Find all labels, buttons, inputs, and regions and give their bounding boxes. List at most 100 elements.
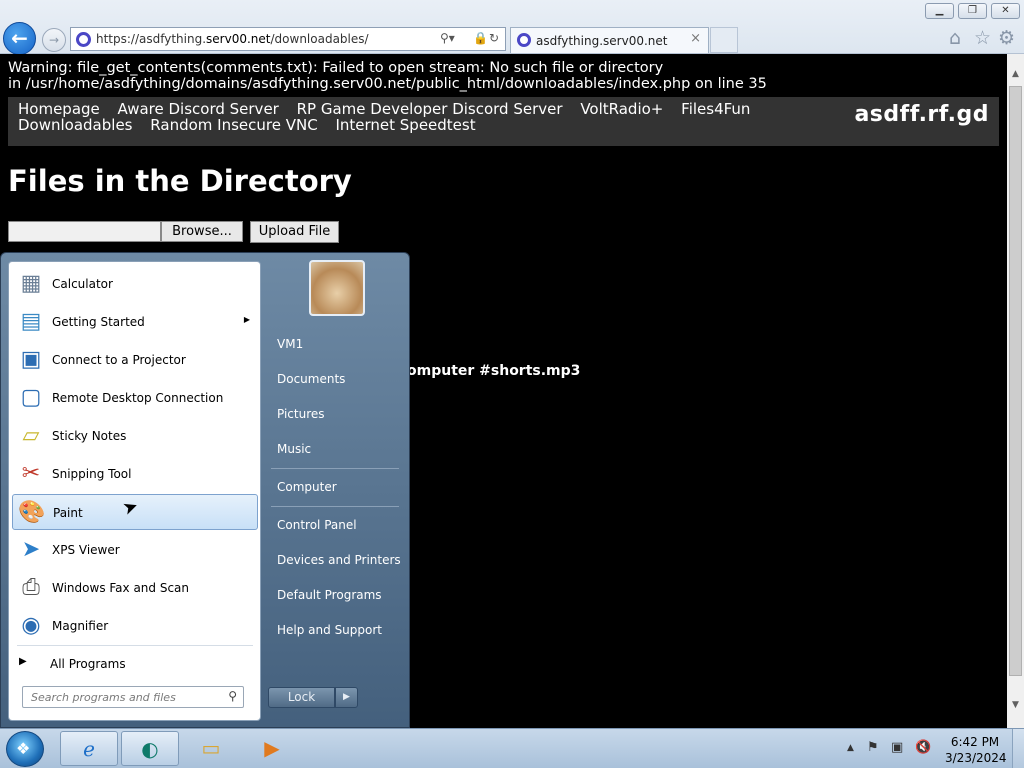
user-avatar[interactable] bbox=[309, 260, 365, 316]
page-scrollbar[interactable]: ▲ ▼ bbox=[1007, 54, 1024, 728]
close-window-button[interactable]: ✕ bbox=[991, 3, 1020, 19]
program-connect-projector[interactable]: ▣ Connect to a Projector bbox=[12, 342, 258, 378]
volume-muted-icon[interactable]: 🔇 bbox=[915, 740, 931, 755]
divider bbox=[271, 468, 399, 469]
program-snipping-tool[interactable]: ✂ Snipping Tool bbox=[12, 456, 258, 492]
network-icon[interactable]: ▣ bbox=[891, 740, 903, 755]
lock-button[interactable]: Lock bbox=[268, 687, 335, 708]
settings-gear-icon[interactable]: ⚙ bbox=[998, 27, 1015, 49]
refresh-icon[interactable]: ↻ bbox=[489, 31, 499, 45]
nav-links: Homepage Aware Discord Server RP Game De… bbox=[18, 101, 858, 133]
url-domain: serv00.net bbox=[206, 32, 271, 46]
right-item-label: Documents bbox=[277, 372, 346, 386]
clock-date: 3/23/2024 bbox=[945, 751, 1007, 765]
nav-link-speedtest[interactable]: Internet Speedtest bbox=[335, 116, 475, 134]
program-label: Sticky Notes bbox=[52, 429, 127, 443]
taskbar-folder-icon[interactable]: ▭ bbox=[182, 731, 240, 766]
nav-link-random-vnc[interactable]: Random Insecure VNC bbox=[150, 116, 317, 134]
clock-time: 6:42 PM bbox=[950, 735, 1000, 749]
back-button[interactable]: ← bbox=[3, 22, 36, 55]
nav-link-downloadables[interactable]: Downloadables bbox=[18, 116, 133, 134]
site-brand[interactable]: asdff.rf.gd bbox=[854, 102, 989, 127]
scissors-icon: ✂ bbox=[21, 461, 41, 486]
program-calculator[interactable]: ▦ Calculator bbox=[12, 266, 258, 302]
home-icon[interactable]: ⌂ bbox=[949, 27, 961, 49]
all-programs-label: All Programs bbox=[50, 657, 126, 671]
taskbar-media-app-icon[interactable]: ◐ bbox=[121, 731, 179, 766]
browse-button[interactable]: Browse... bbox=[161, 221, 243, 242]
scroll-up-arrow-icon[interactable]: ▲ bbox=[1007, 66, 1024, 83]
start-button[interactable]: ❖ bbox=[6, 731, 44, 767]
right-item-label: Pictures bbox=[277, 407, 325, 421]
clock[interactable]: 6:42 PM 3/23/2024 bbox=[945, 734, 1007, 766]
program-sticky-notes[interactable]: ▱ Sticky Notes bbox=[12, 418, 258, 454]
shutdown-options-arrow-icon[interactable]: ▶ bbox=[335, 687, 358, 708]
calculator-icon: ▦ bbox=[20, 271, 42, 296]
minimize-button[interactable]: ▁ bbox=[925, 3, 954, 19]
taskbar-media-player-icon[interactable]: ▶ bbox=[243, 731, 301, 766]
page-title: Files in the Directory bbox=[8, 164, 352, 198]
program-xps-viewer[interactable]: ➤ XPS Viewer bbox=[12, 532, 258, 568]
start-menu: ▦ Calculator ▤ Getting Started ▶ ▣ Conne… bbox=[0, 252, 410, 728]
tab-close-icon[interactable]: × bbox=[690, 31, 701, 46]
nav-link-voltradio[interactable]: VoltRadio+ bbox=[580, 100, 663, 118]
paint-palette-icon: 🎨 bbox=[18, 500, 46, 525]
program-label: Windows Fax and Scan bbox=[52, 581, 190, 595]
right-item-devices-printers[interactable]: Devices and Printers bbox=[269, 546, 405, 574]
show-desktop-button[interactable] bbox=[1012, 729, 1024, 768]
right-item-default-programs[interactable]: Default Programs bbox=[269, 581, 405, 609]
search-placeholder: Search programs and files bbox=[31, 691, 176, 704]
favorites-star-icon[interactable]: ☆ bbox=[974, 27, 991, 49]
program-fax-scan[interactable]: ⎙ Windows Fax and Scan bbox=[12, 570, 258, 606]
new-tab-button[interactable] bbox=[710, 27, 738, 53]
show-hidden-icons-icon[interactable]: ▲ bbox=[847, 743, 854, 753]
file-path-input[interactable] bbox=[8, 221, 161, 242]
site-favicon-icon bbox=[76, 32, 91, 47]
projector-icon: ▣ bbox=[20, 347, 42, 372]
warning-line-1: Warning: file_get_contents(comments.txt)… bbox=[8, 60, 664, 76]
right-item-vm1[interactable]: VM1 bbox=[269, 330, 405, 358]
url-text[interactable]: https://asdfything.serv00.net/downloadab… bbox=[96, 32, 369, 46]
scroll-thumb[interactable] bbox=[1009, 86, 1022, 676]
taskbar-internet-explorer-icon[interactable]: ℯ bbox=[60, 731, 118, 766]
fax-icon: ⎙ bbox=[22, 575, 40, 600]
program-label: Calculator bbox=[52, 277, 113, 291]
browser-chrome: ▁ ❐ ✕ ← → https://asdfything.serv00.net/… bbox=[0, 0, 1024, 55]
right-item-control-panel[interactable]: Control Panel bbox=[269, 511, 405, 539]
sticky-notes-icon: ▱ bbox=[22, 423, 40, 448]
address-bar[interactable]: https://asdfything.serv00.net/downloadab… bbox=[70, 27, 506, 51]
scroll-down-arrow-icon[interactable]: ▼ bbox=[1007, 697, 1024, 714]
restore-button[interactable]: ❐ bbox=[958, 3, 987, 19]
file-link[interactable]: omputer #shorts.mp3 bbox=[407, 363, 580, 379]
program-magnifier[interactable]: ◉ Magnifier bbox=[12, 608, 258, 644]
tab-favicon-icon bbox=[517, 33, 531, 47]
action-center-flag-icon[interactable]: ⚑ bbox=[867, 740, 879, 755]
program-getting-started[interactable]: ▤ Getting Started ▶ bbox=[12, 304, 258, 340]
search-icon[interactable]: ⚲ bbox=[228, 689, 237, 703]
program-label: XPS Viewer bbox=[52, 543, 120, 557]
right-item-documents[interactable]: Documents bbox=[269, 365, 405, 393]
site-nav-bar: Homepage Aware Discord Server RP Game De… bbox=[8, 97, 999, 146]
upload-file-button[interactable]: Upload File bbox=[250, 221, 339, 243]
right-item-computer[interactable]: Computer bbox=[269, 473, 405, 501]
right-item-label: Devices and Printers bbox=[277, 553, 401, 567]
tab-asdfything[interactable]: asdfything.serv00.net × bbox=[510, 27, 709, 53]
program-remote-desktop[interactable]: ▢ Remote Desktop Connection bbox=[12, 380, 258, 416]
warning-line-2: in /usr/home/asdfything/domains/asdfythi… bbox=[8, 76, 767, 92]
lock-icon[interactable]: 🔒 bbox=[473, 31, 488, 45]
right-item-label: Computer bbox=[277, 480, 337, 494]
right-item-pictures[interactable]: Pictures bbox=[269, 400, 405, 428]
triangle-right-icon: ▶ bbox=[19, 656, 27, 667]
search-dropdown-icon[interactable]: ⚲▾ bbox=[440, 31, 455, 45]
tab-label: asdfything.serv00.net bbox=[536, 34, 668, 48]
right-item-help-support[interactable]: Help and Support bbox=[269, 616, 405, 644]
all-programs-button[interactable]: ▶ All Programs bbox=[19, 652, 255, 676]
right-item-music[interactable]: Music bbox=[269, 435, 405, 463]
nav-link-files4fun[interactable]: Files4Fun bbox=[681, 100, 750, 118]
search-programs-input[interactable]: Search programs and files ⚲ bbox=[22, 686, 244, 708]
right-item-label: Default Programs bbox=[277, 588, 382, 602]
php-warning: Warning: file_get_contents(comments.txt)… bbox=[8, 60, 767, 92]
forward-button[interactable]: → bbox=[42, 28, 66, 52]
windows-logo-icon: ❖ bbox=[16, 739, 31, 758]
system-tray: ▲ ⚑ ▣ 🔇 6:42 PM 3/23/2024 bbox=[845, 729, 1024, 768]
